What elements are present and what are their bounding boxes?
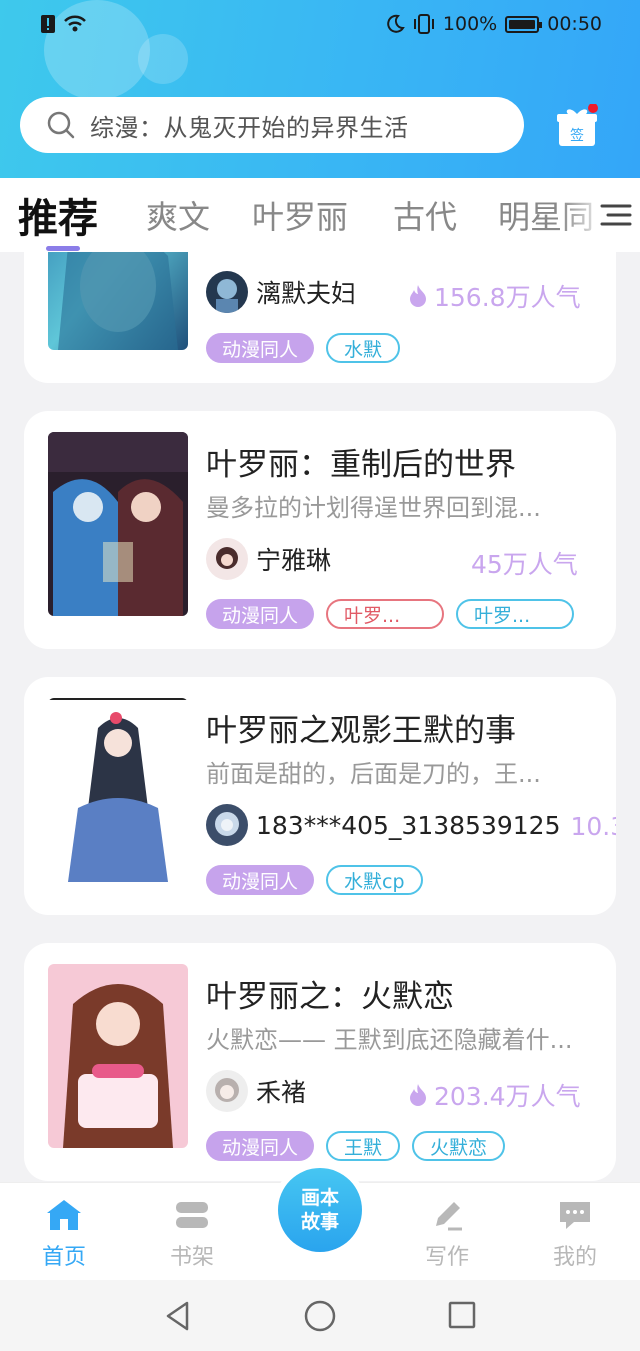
clock: 00:50 xyxy=(547,13,602,35)
avatar xyxy=(206,1070,248,1112)
header: 100% 00:50 综漫：从鬼灭开始的异界生活 签 xyxy=(0,0,640,178)
author-name: 禾褚 xyxy=(256,1078,307,1107)
shelf-icon xyxy=(176,1202,208,1228)
popularity-text: 45万人气 xyxy=(471,550,578,579)
book-cover[interactable] xyxy=(48,432,188,616)
alert-icon xyxy=(41,15,55,33)
nav-shelf[interactable]: 书架 xyxy=(147,1197,237,1271)
nav-home-label: 首页 xyxy=(41,1245,86,1270)
tab-yeluoli[interactable]: 叶罗丽 xyxy=(252,192,348,238)
gift-icon[interactable]: 签 xyxy=(556,104,598,148)
home-circle-icon[interactable] xyxy=(303,1299,337,1333)
tab-indicator xyxy=(46,246,80,251)
book-title[interactable]: 叶罗丽之观影王默的事 xyxy=(206,705,516,750)
book-title[interactable]: 叶罗丽之：火默恋 xyxy=(206,971,454,1016)
book-cover[interactable] xyxy=(48,964,188,1148)
book-card[interactable]: 叶罗丽：重制后的世界 曼多拉的计划得逞世界回到混... 宁雅琳 45万人气 动漫… xyxy=(24,411,616,649)
nav-home[interactable]: 首页 xyxy=(19,1197,109,1271)
tag[interactable]: 水默cp xyxy=(326,865,423,895)
flame-icon xyxy=(410,285,426,307)
flame-icon xyxy=(410,1084,426,1106)
nav-write[interactable]: 写作 xyxy=(402,1197,492,1271)
tag[interactable]: 王默 xyxy=(326,1131,401,1161)
center-label-2: 故事 xyxy=(300,1211,339,1233)
tag[interactable]: 水默 xyxy=(326,333,401,363)
author-row: 宁雅琳 xyxy=(206,538,331,580)
popularity-text: 156.8万人气 xyxy=(434,283,581,312)
back-icon[interactable] xyxy=(163,1300,193,1332)
search-bar[interactable]: 综漫：从鬼灭开始的异界生活 xyxy=(20,97,524,153)
book-card[interactable]: 叶罗丽之：火默恋 火默恋—— 王默到底还隐藏着什... 禾褚 203.4万人气 … xyxy=(24,943,616,1181)
status-bar: 100% 00:50 xyxy=(0,0,640,50)
tab-ancient[interactable]: 古代 xyxy=(393,192,457,238)
battery-icon xyxy=(505,15,543,33)
author-name: 漓默夫妇 xyxy=(256,279,357,308)
popularity: 156.8万人气 xyxy=(408,278,581,314)
tab-shuangwen[interactable]: 爽文 xyxy=(146,192,210,238)
book-cover[interactable] xyxy=(48,698,188,882)
nav-mine[interactable]: 我的 xyxy=(530,1197,620,1271)
recents-icon[interactable] xyxy=(447,1300,477,1330)
system-nav-bar xyxy=(0,1280,640,1351)
tab-recommend[interactable]: 推荐 xyxy=(18,186,98,244)
author-row: 禾褚 xyxy=(206,1070,306,1112)
vibrate-icon xyxy=(413,14,434,34)
book-desc: 火默恋—— 王默到底还隐藏着什... xyxy=(206,1026,573,1054)
pen-icon xyxy=(436,1202,462,1231)
tag[interactable]: 动漫同人 xyxy=(206,599,315,629)
nav-mine-label: 我的 xyxy=(552,1245,597,1270)
center-label-1: 画本 xyxy=(300,1187,339,1209)
avatar xyxy=(206,271,248,313)
chat-icon xyxy=(560,1202,590,1229)
author-row: 漓默夫妇 xyxy=(206,271,356,313)
gift-label: 签 xyxy=(570,127,584,144)
tag[interactable]: 动漫同人 xyxy=(206,865,315,895)
picture-story-button[interactable]: 画本 故事 xyxy=(272,1162,368,1258)
tag[interactable]: 动漫同人 xyxy=(206,333,315,363)
popularity: 45万人气 xyxy=(471,545,578,581)
author-row: 183***405_3138539125 10.3万人气 xyxy=(206,804,616,846)
popularity-text: 203.4万人气 xyxy=(434,1082,581,1111)
search-placeholder: 综漫：从鬼灭开始的异界生活 xyxy=(90,113,409,142)
category-tabs: 推荐 爽文 叶罗丽 古代 明星同 xyxy=(0,178,640,252)
tag[interactable]: 火默恋 xyxy=(412,1131,506,1161)
moon-icon xyxy=(387,14,405,33)
popularity: 10.3万人气 xyxy=(571,807,617,843)
author-name: 宁雅琳 xyxy=(256,546,332,575)
tag[interactable]: 叶罗... xyxy=(326,599,445,629)
home-icon xyxy=(47,1200,81,1230)
menu-icon[interactable] xyxy=(598,200,634,230)
tag[interactable]: 叶罗... xyxy=(456,599,575,629)
book-card[interactable]: 叶罗丽之观影王默的事 前面是甜的，后面是刀的，王... 183***405_31… xyxy=(24,677,616,915)
search-icon xyxy=(47,111,75,139)
nav-write-label: 写作 xyxy=(424,1245,469,1270)
tag[interactable]: 动漫同人 xyxy=(206,1131,315,1161)
book-desc: 前面是甜的，后面是刀的，王... xyxy=(206,760,541,788)
avatar xyxy=(206,804,248,846)
wifi-icon xyxy=(64,15,86,32)
nav-shelf-label: 书架 xyxy=(169,1245,214,1270)
popularity: 203.4万人气 xyxy=(408,1077,581,1113)
battery-percent: 100% xyxy=(442,13,498,35)
book-desc: 曼多拉的计划得逞世界回到混... xyxy=(206,494,541,522)
popularity-text: 10.3万人气 xyxy=(570,812,617,841)
book-title[interactable]: 叶罗丽：重制后的世界 xyxy=(206,439,516,484)
author-name: 183***405_3138539125 xyxy=(256,810,561,840)
avatar xyxy=(206,538,248,580)
